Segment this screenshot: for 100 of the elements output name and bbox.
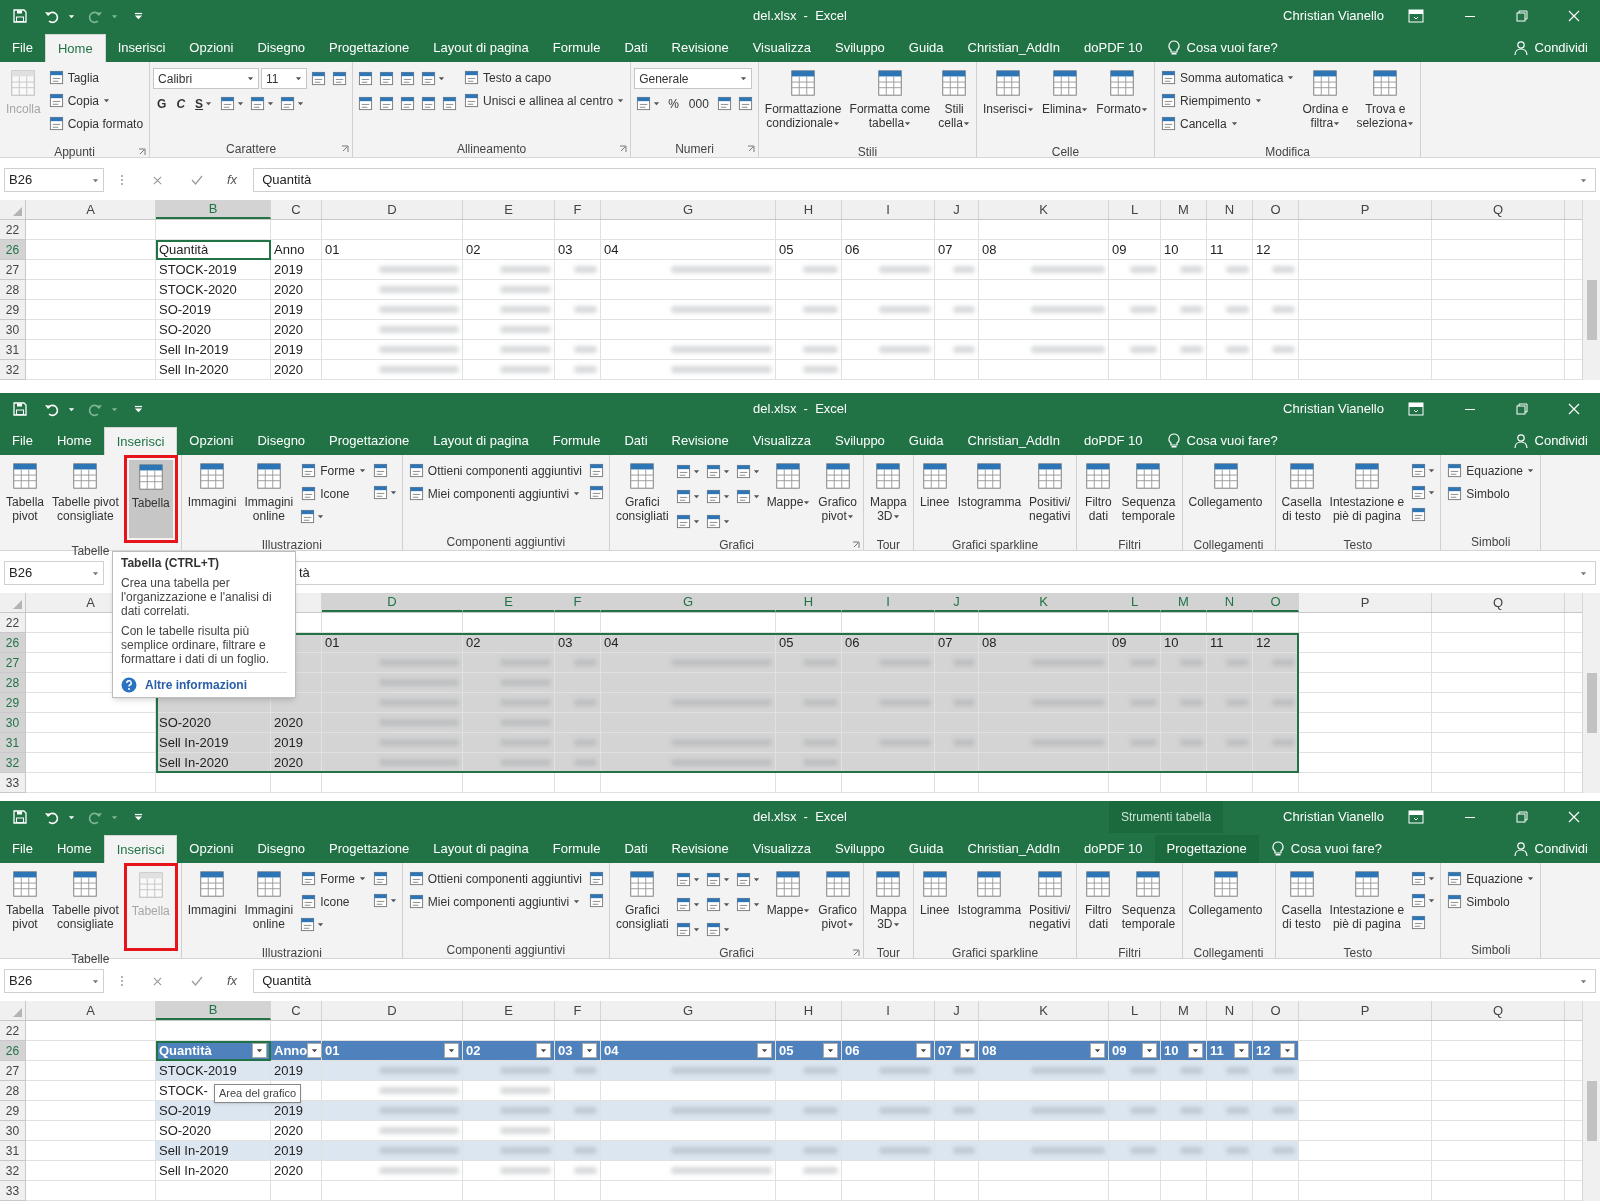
ribbon-tab[interactable]: Sviluppo xyxy=(822,835,897,863)
row-header[interactable]: 28 xyxy=(0,673,26,693)
column-header[interactable]: Q xyxy=(1432,593,1565,612)
ribbon-options-icon[interactable] xyxy=(1408,810,1424,824)
ribbon-button[interactable]: Simbolo xyxy=(1444,890,1513,913)
format-button[interactable]: 000 xyxy=(684,92,713,115)
row-header[interactable]: 28 xyxy=(0,280,26,300)
ribbon-button[interactable]: Immagini online xyxy=(241,459,297,537)
column-header[interactable]: L xyxy=(1109,200,1161,219)
filter-button[interactable] xyxy=(582,1043,597,1058)
column-header[interactable]: P xyxy=(1299,1001,1432,1020)
row-header[interactable]: 27 xyxy=(0,1061,26,1081)
row-header[interactable]: 32 xyxy=(0,360,26,380)
column-header[interactable]: H xyxy=(776,1001,842,1020)
tell-me-search[interactable]: Cosa vuoi fare? xyxy=(1262,835,1390,863)
ribbon-tab[interactable]: Sviluppo xyxy=(822,34,897,62)
ribbon-button[interactable]: Istogramma xyxy=(954,459,1025,537)
ribbon-tab[interactable]: Visualizza xyxy=(740,34,823,62)
column-header[interactable]: N xyxy=(1207,593,1253,612)
ribbon-tab[interactable]: Dati xyxy=(612,34,660,62)
row-header[interactable]: 28 xyxy=(0,1081,26,1101)
scrollbar[interactable] xyxy=(1582,1001,1600,1201)
save-icon[interactable] xyxy=(12,8,28,24)
filter-button[interactable] xyxy=(1188,1043,1203,1058)
ribbon-tab[interactable]: File xyxy=(0,34,45,62)
ribbon-button[interactable]: Ottieni componenti aggiuntivi xyxy=(405,867,585,890)
row-header[interactable]: 30 xyxy=(0,1121,26,1141)
row-header[interactable]: 29 xyxy=(0,1101,26,1121)
ribbon-tab[interactable]: Home xyxy=(44,427,104,455)
row-header[interactable]: 27 xyxy=(0,260,26,280)
caret-icon[interactable] xyxy=(68,813,75,821)
ribbon-tab[interactable]: Disegno xyxy=(245,427,318,455)
row-header[interactable]: 26 xyxy=(0,633,26,653)
column-header[interactable]: G xyxy=(601,593,776,612)
ribbon-button[interactable]: Trova e seleziona xyxy=(1353,66,1418,144)
caret-icon[interactable] xyxy=(68,12,75,20)
scrollbar-thumb[interactable] xyxy=(1586,1081,1597,1141)
filter-button[interactable] xyxy=(1280,1043,1295,1058)
column-header[interactable]: C xyxy=(271,1001,322,1020)
ribbon-button[interactable]: Tabelle pivot consigliate xyxy=(49,459,122,537)
ribbon-options-icon[interactable] xyxy=(1408,9,1424,23)
ribbon-tab[interactable]: Dati xyxy=(612,427,660,455)
ribbon-button[interactable]: Simbolo xyxy=(1444,482,1513,505)
column-header[interactable]: J xyxy=(935,1001,979,1020)
format-button[interactable]: G xyxy=(153,92,171,115)
dialog-launcher-icon[interactable] xyxy=(138,148,147,156)
ribbon-tab[interactable]: Progettazione xyxy=(317,427,422,455)
column-header[interactable]: F xyxy=(555,1001,601,1020)
ribbon-button[interactable]: Positivi/ negativi xyxy=(1026,867,1074,945)
column-header[interactable]: F xyxy=(555,593,601,612)
ribbon-button[interactable]: Immagini online xyxy=(241,867,297,945)
ribbon-button[interactable]: Filtro dati xyxy=(1080,459,1117,537)
ribbon-button[interactable]: Intestazione e piè di pagina xyxy=(1326,459,1408,537)
cancel-icon[interactable] xyxy=(152,975,163,987)
ribbon-button[interactable]: Elimina xyxy=(1038,66,1092,144)
column-header[interactable]: O xyxy=(1253,593,1299,612)
column-header[interactable]: K xyxy=(979,200,1109,219)
row-header[interactable]: 33 xyxy=(0,1181,26,1201)
row-header[interactable]: 33 xyxy=(0,773,26,793)
ribbon-button[interactable]: Formato xyxy=(1093,66,1151,144)
column-header[interactable]: O xyxy=(1253,1001,1299,1020)
ribbon-button[interactable]: Grafici consigliati xyxy=(612,867,672,945)
ribbon-tab[interactable]: doPDF 10 xyxy=(1072,34,1155,62)
column-header[interactable]: H xyxy=(776,200,842,219)
ribbon-button[interactable]: Istogramma xyxy=(954,867,1025,945)
ribbon-button[interactable]: Casella di testo xyxy=(1278,867,1325,945)
ribbon-button[interactable]: Grafico pivot xyxy=(815,459,860,537)
ribbon-button[interactable]: Casella di testo xyxy=(1278,459,1325,537)
row-header[interactable]: 32 xyxy=(0,753,26,773)
column-header[interactable]: E xyxy=(463,593,555,612)
ribbon-button[interactable]: Sequenza temporale xyxy=(1118,867,1179,945)
ribbon-tab[interactable]: Disegno xyxy=(245,34,318,62)
close-icon[interactable] xyxy=(1568,403,1580,415)
dropdown-field[interactable]: Generale xyxy=(634,68,753,89)
ribbon-button[interactable]: Equazione xyxy=(1444,459,1537,482)
ribbon-button[interactable]: Equazione xyxy=(1444,867,1537,890)
column-header[interactable]: J xyxy=(935,593,979,612)
ribbon-button[interactable]: Tabella xyxy=(128,460,173,538)
dropdown-field[interactable]: 11 xyxy=(261,68,308,89)
row-header[interactable]: 26 xyxy=(0,240,26,260)
column-header[interactable]: M xyxy=(1161,200,1207,219)
column-header[interactable]: H xyxy=(776,593,842,612)
ribbon-tab[interactable]: Progettazione xyxy=(317,34,422,62)
ribbon-button[interactable]: Mappe xyxy=(763,459,814,537)
ribbon-button[interactable]: Somma automatica xyxy=(1158,66,1298,89)
ribbon-button[interactable]: Mappe xyxy=(763,867,814,945)
filter-button[interactable] xyxy=(252,1043,267,1058)
name-box[interactable]: B26 xyxy=(4,561,104,585)
ribbon-button[interactable]: Stili cella xyxy=(935,66,973,144)
ribbon-tab[interactable]: Revisione xyxy=(659,835,741,863)
column-header[interactable]: L xyxy=(1109,1001,1161,1020)
ribbon-button[interactable]: Riempimento xyxy=(1158,89,1265,112)
row-header[interactable]: 27 xyxy=(0,653,26,673)
ribbon-tab[interactable]: Opzioni xyxy=(177,427,246,455)
ribbon-tab[interactable]: File xyxy=(0,835,45,863)
scrollbar[interactable] xyxy=(1582,593,1600,793)
column-header[interactable]: D xyxy=(322,593,463,612)
ribbon-tab[interactable]: Visualizza xyxy=(740,427,823,455)
ribbon-tab[interactable]: Christian_AddIn xyxy=(955,34,1073,62)
ribbon-tab[interactable]: Inserisci xyxy=(105,34,178,62)
